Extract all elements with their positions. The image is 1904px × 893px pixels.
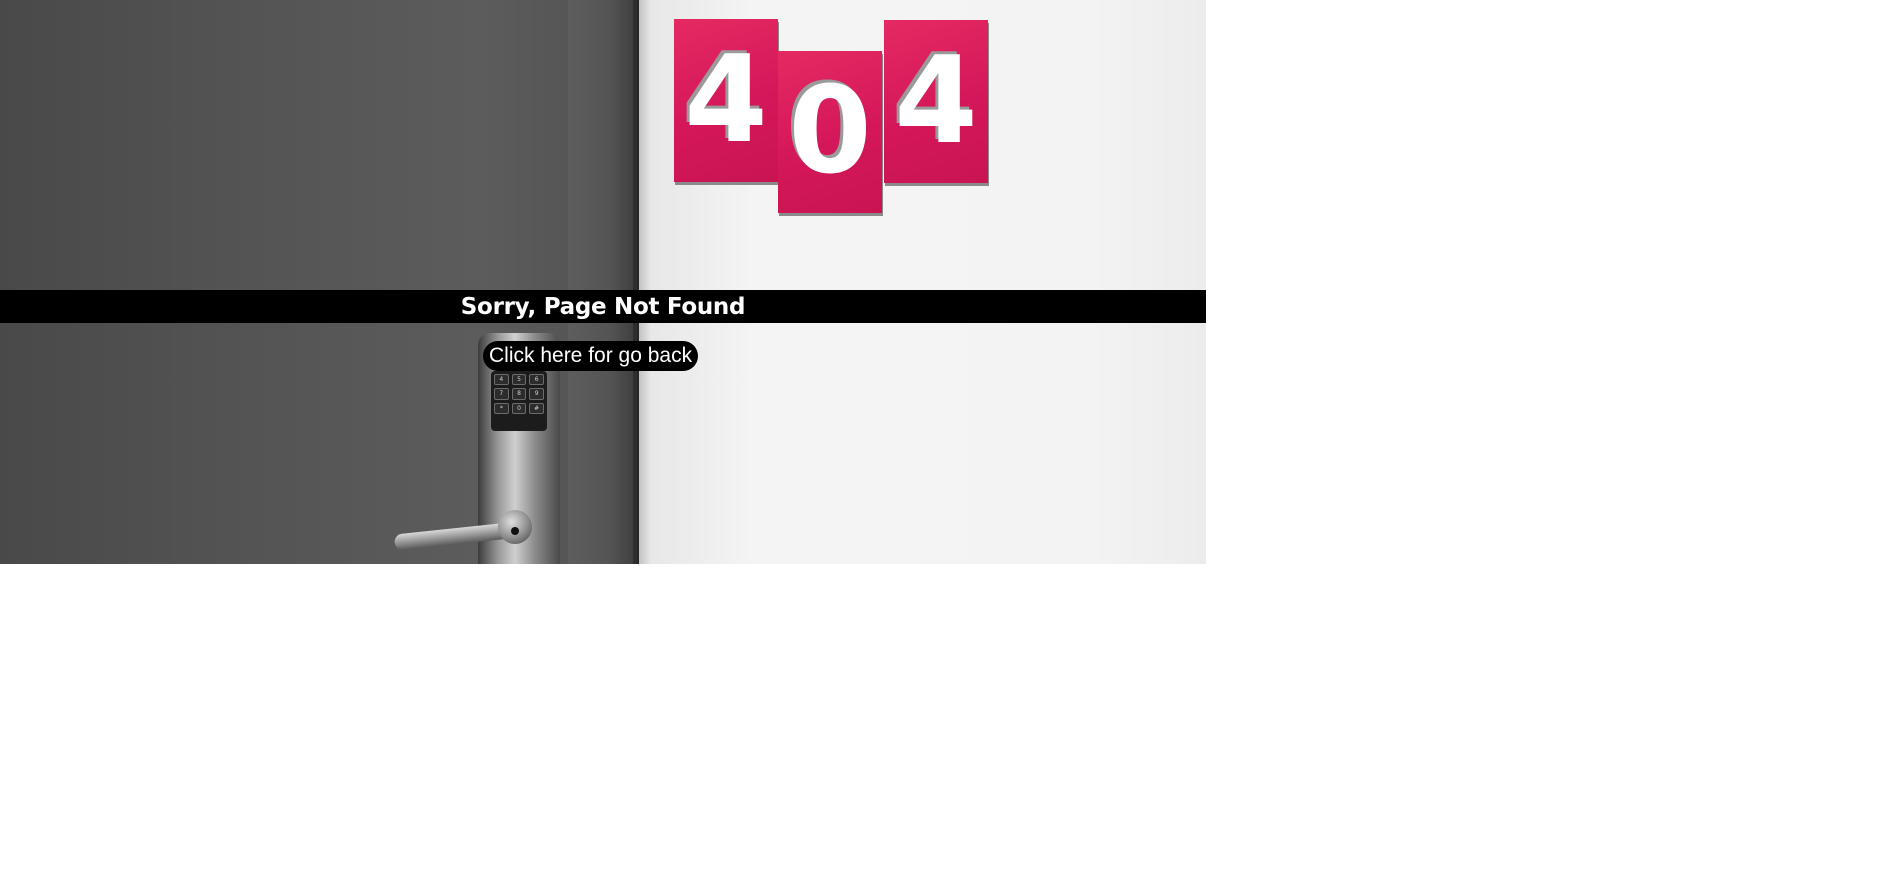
keypad-key: 8 bbox=[511, 388, 527, 400]
go-back-button[interactable]: Click here for go back bbox=[483, 341, 699, 371]
hero-image: 4 0 4 4 5 6 7 8 9 * 0 # Sorry, Page Not … bbox=[0, 0, 1206, 564]
error-banner: Sorry, Page Not Found bbox=[0, 290, 1206, 323]
sign-digit-2: 0 bbox=[778, 51, 882, 213]
keypad-key: # bbox=[529, 402, 544, 414]
page-title: Sorry, Page Not Found bbox=[460, 293, 746, 320]
keypad-key: * bbox=[494, 402, 509, 414]
keypad-key: 7 bbox=[494, 388, 509, 400]
keypad-key: 0 bbox=[511, 402, 527, 414]
sign-digit-3: 4 bbox=[884, 20, 988, 183]
sign-digit-1: 4 bbox=[674, 19, 778, 182]
door-frame bbox=[568, 0, 637, 564]
keypad-key: 9 bbox=[529, 388, 544, 400]
keypad-key: 6 bbox=[529, 374, 544, 386]
keypad-key: 5 bbox=[511, 374, 527, 386]
keyhole-icon bbox=[511, 527, 519, 535]
keypad-key: 4 bbox=[494, 374, 509, 386]
lock-keypad: 4 5 6 7 8 9 * 0 # bbox=[491, 371, 547, 431]
wall-shadow bbox=[637, 0, 651, 564]
